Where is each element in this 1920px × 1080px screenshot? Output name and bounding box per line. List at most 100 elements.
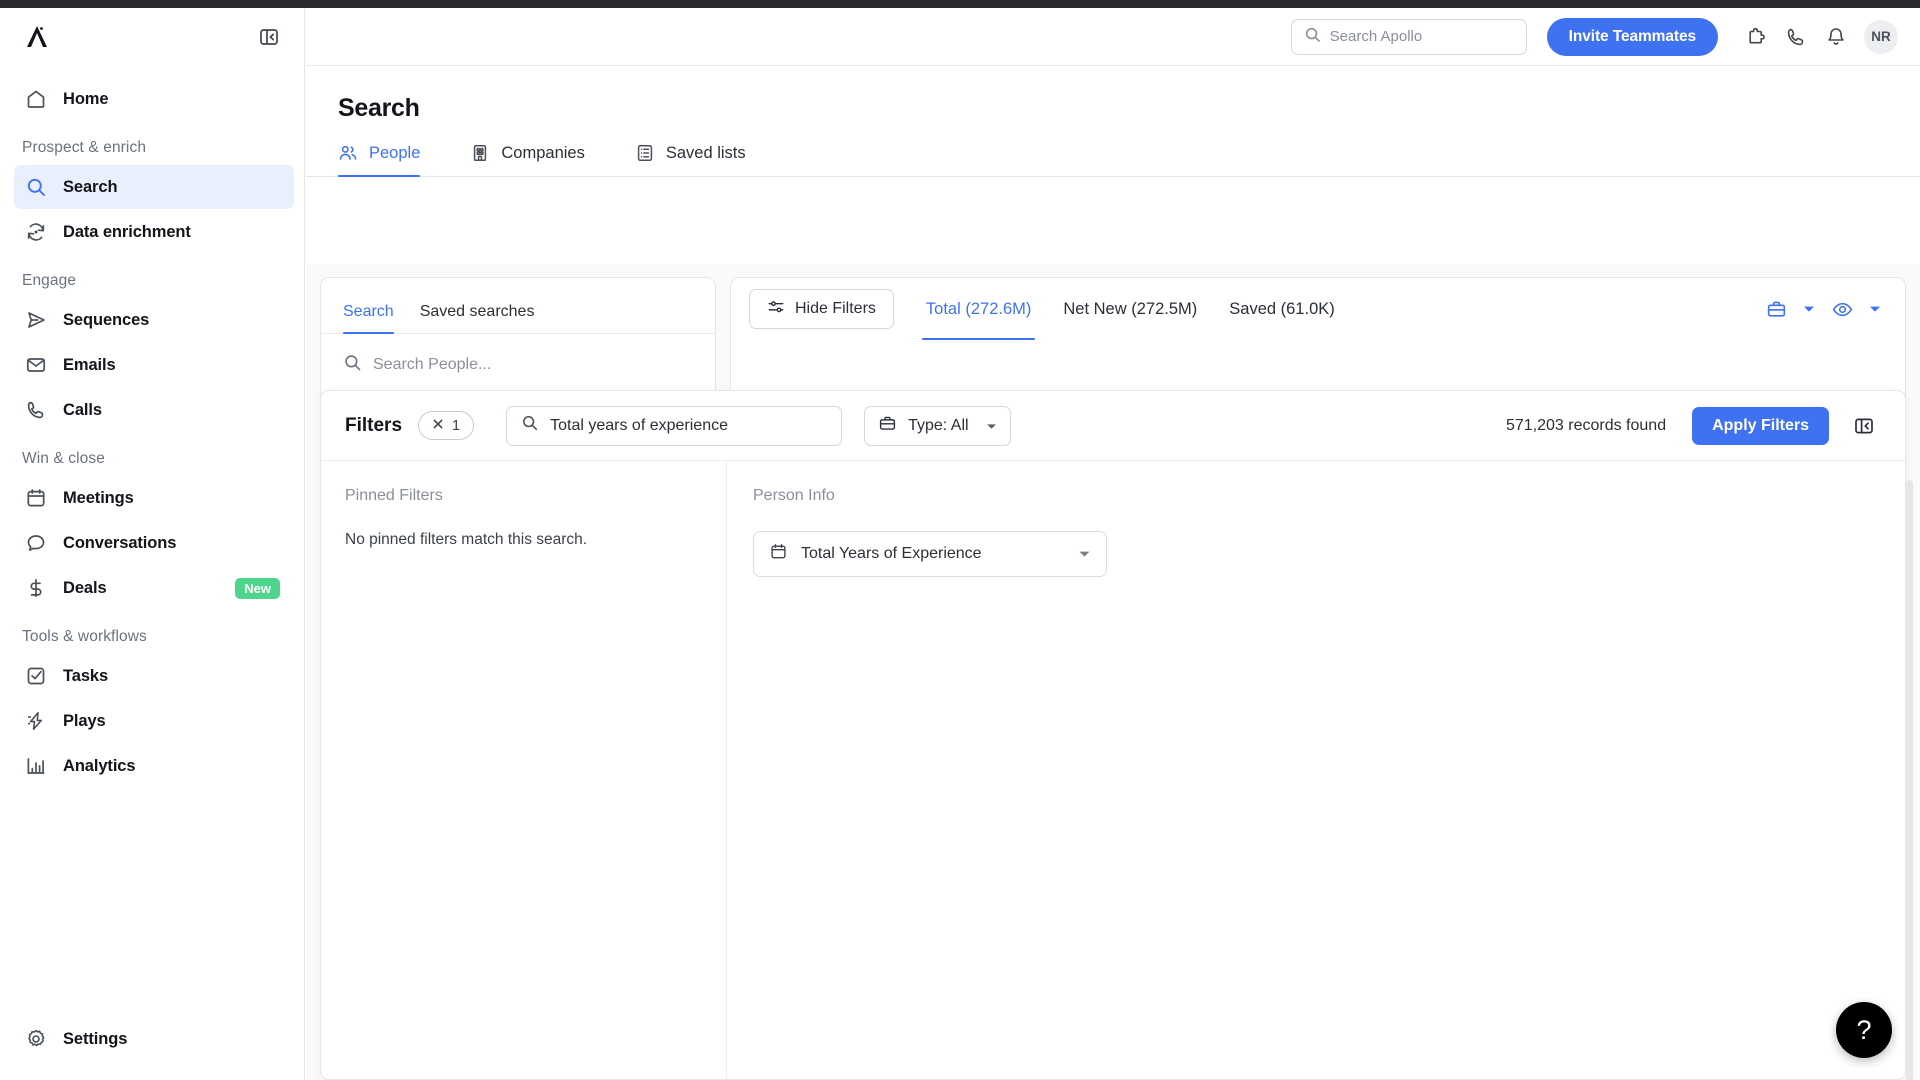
avatar[interactable]: NR xyxy=(1864,19,1898,54)
sidebar-item-deals[interactable]: Deals New xyxy=(14,566,294,610)
results-toolbar-actions xyxy=(1759,292,1887,326)
apollo-logo-icon[interactable] xyxy=(22,22,52,52)
invite-teammates-button[interactable]: Invite Teammates xyxy=(1546,17,1718,56)
sidebar-item-label: Settings xyxy=(63,1029,128,1048)
tab-search[interactable]: Search xyxy=(343,303,394,334)
filters-panel-body: Pinned Filters No pinned filters match t… xyxy=(321,461,1905,1079)
app-header: Invite Teammates NR xyxy=(306,8,1920,66)
search-icon xyxy=(343,353,362,377)
tab-companies[interactable]: Companies xyxy=(470,143,606,176)
send-icon xyxy=(24,308,48,332)
gear-icon xyxy=(24,1027,48,1051)
help-button[interactable]: ? xyxy=(1836,1002,1892,1058)
sidebar-section-label: Engage xyxy=(22,272,77,289)
magnifier-icon xyxy=(24,175,48,199)
status-badge: New xyxy=(235,577,280,599)
sidebar-item-label: Plays xyxy=(63,711,106,730)
total-years-of-experience-filter[interactable]: Total Years of Experience xyxy=(753,531,1107,577)
person-info-column: Person Info Total Years of Experience xyxy=(727,461,1905,1079)
page-title: Search xyxy=(338,94,420,122)
lightning-icon xyxy=(24,709,48,733)
chevron-down-icon xyxy=(986,417,997,435)
segment-net-new[interactable]: Net New (272.5M) xyxy=(1063,278,1197,340)
tab-label: People xyxy=(369,143,421,162)
hide-filters-button[interactable]: Hide Filters xyxy=(749,289,894,329)
bar-chart-icon xyxy=(24,754,48,778)
sidebar-header xyxy=(0,8,304,66)
sidebar-item-analytics[interactable]: Analytics xyxy=(14,744,294,788)
sidebar-item-home[interactable]: Home xyxy=(14,77,294,121)
tab-saved-lists[interactable]: Saved lists xyxy=(635,143,768,176)
pinned-filters-column: Pinned Filters No pinned filters match t… xyxy=(321,461,727,1079)
people-icon xyxy=(338,143,358,163)
sidebar-item-conversations[interactable]: Conversations xyxy=(14,521,294,565)
global-search-box[interactable] xyxy=(1290,18,1527,55)
list-icon xyxy=(635,143,655,163)
person-info-label: Person Info xyxy=(753,487,835,504)
sidebar-item-label: Deals xyxy=(63,578,107,597)
tab-saved-searches[interactable]: Saved searches xyxy=(420,303,535,333)
collapse-sidebar-icon[interactable] xyxy=(256,24,282,50)
segment-saved[interactable]: Saved (61.0K) xyxy=(1229,278,1334,340)
eye-dropdown-chevron-down-icon[interactable] xyxy=(1863,294,1887,324)
eye-icon[interactable] xyxy=(1825,292,1859,326)
briefcase-icon[interactable] xyxy=(1759,292,1793,326)
sidebar-item-tasks[interactable]: Tasks xyxy=(14,654,294,698)
puzzle-piece-icon[interactable] xyxy=(1736,17,1776,57)
sidebar-item-settings[interactable]: Settings xyxy=(14,1017,294,1061)
page-tabs: People Companies Saved lists xyxy=(306,143,1920,177)
phone-icon[interactable] xyxy=(1776,17,1816,57)
sidebar-item-calls[interactable]: Calls xyxy=(14,388,294,432)
search-people-input[interactable] xyxy=(373,356,693,374)
tab-label: Companies xyxy=(501,143,585,162)
sidebar: Home Prospect & enrich Search Data enric… xyxy=(0,8,305,1080)
sidebar-footer: Settings xyxy=(0,1016,304,1080)
sidebar-item-label: Tasks xyxy=(63,666,109,685)
checkbox-icon xyxy=(24,664,48,688)
search-icon xyxy=(521,414,539,437)
tab-people[interactable]: People xyxy=(338,143,442,177)
active-filter-count: 1 xyxy=(452,417,461,434)
vertical-scrollbar[interactable] xyxy=(1906,480,1913,1080)
sidebar-item-label: Calls xyxy=(63,400,102,419)
home-icon xyxy=(24,87,48,111)
bell-icon[interactable] xyxy=(1816,17,1856,57)
filter-sliders-icon xyxy=(767,298,785,321)
sidebar-item-label: Search xyxy=(63,177,118,196)
filters-panel: Filters 1 Total years of experience Type… xyxy=(320,390,1906,1080)
window-top-strip xyxy=(0,0,1920,8)
search-icon xyxy=(1304,26,1321,48)
refresh-data-icon xyxy=(24,220,48,244)
filter-search-input[interactable] xyxy=(550,416,828,435)
filter-type-dropdown[interactable]: Type: All xyxy=(864,405,1011,446)
sidebar-item-data-enrichment[interactable]: Data enrichment xyxy=(14,210,294,254)
segment-total[interactable]: Total (272.6M) xyxy=(921,278,1036,340)
sidebar-section-label: Prospect & enrich xyxy=(22,139,147,156)
envelope-icon xyxy=(24,353,48,377)
sidebar-item-meetings[interactable]: Meetings xyxy=(14,476,294,520)
global-search-input[interactable] xyxy=(1329,28,1514,45)
search-panel-tabs: Search Saved searches xyxy=(321,278,715,334)
sidebar-item-label: Emails xyxy=(63,355,116,374)
briefcase-icon xyxy=(878,414,897,438)
sidebar-nav: Home Prospect & enrich Search Data enric… xyxy=(0,66,304,1016)
results-toolbar-row: Hide Filters Total (272.6M) Net New (272… xyxy=(731,278,1905,340)
clear-filters-chip[interactable]: 1 xyxy=(418,411,475,440)
sidebar-item-label: Analytics xyxy=(63,756,136,775)
apply-filters-button[interactable]: Apply Filters xyxy=(1692,406,1829,445)
sidebar-item-plays[interactable]: Plays xyxy=(14,699,294,743)
sidebar-section-label: Tools & workflows xyxy=(22,628,147,645)
filters-title: Filters xyxy=(345,414,403,436)
chat-bubble-icon xyxy=(24,531,48,555)
sidebar-item-sequences[interactable]: Sequences xyxy=(14,298,294,342)
sidebar-item-label: Data enrichment xyxy=(63,222,191,241)
results-toolbar: Hide Filters Total (272.6M) Net New (272… xyxy=(730,277,1906,397)
filter-search-box[interactable] xyxy=(506,405,843,446)
panel-collapse-icon[interactable] xyxy=(1847,409,1881,443)
sidebar-item-label: Home xyxy=(63,89,109,108)
sidebar-section-label: Win & close xyxy=(22,450,105,467)
sidebar-item-emails[interactable]: Emails xyxy=(14,343,294,387)
pinned-filters-empty-message: No pinned filters match this search. xyxy=(345,531,588,548)
briefcase-dropdown-chevron-down-icon[interactable] xyxy=(1797,294,1821,324)
sidebar-item-search[interactable]: Search xyxy=(14,165,294,209)
